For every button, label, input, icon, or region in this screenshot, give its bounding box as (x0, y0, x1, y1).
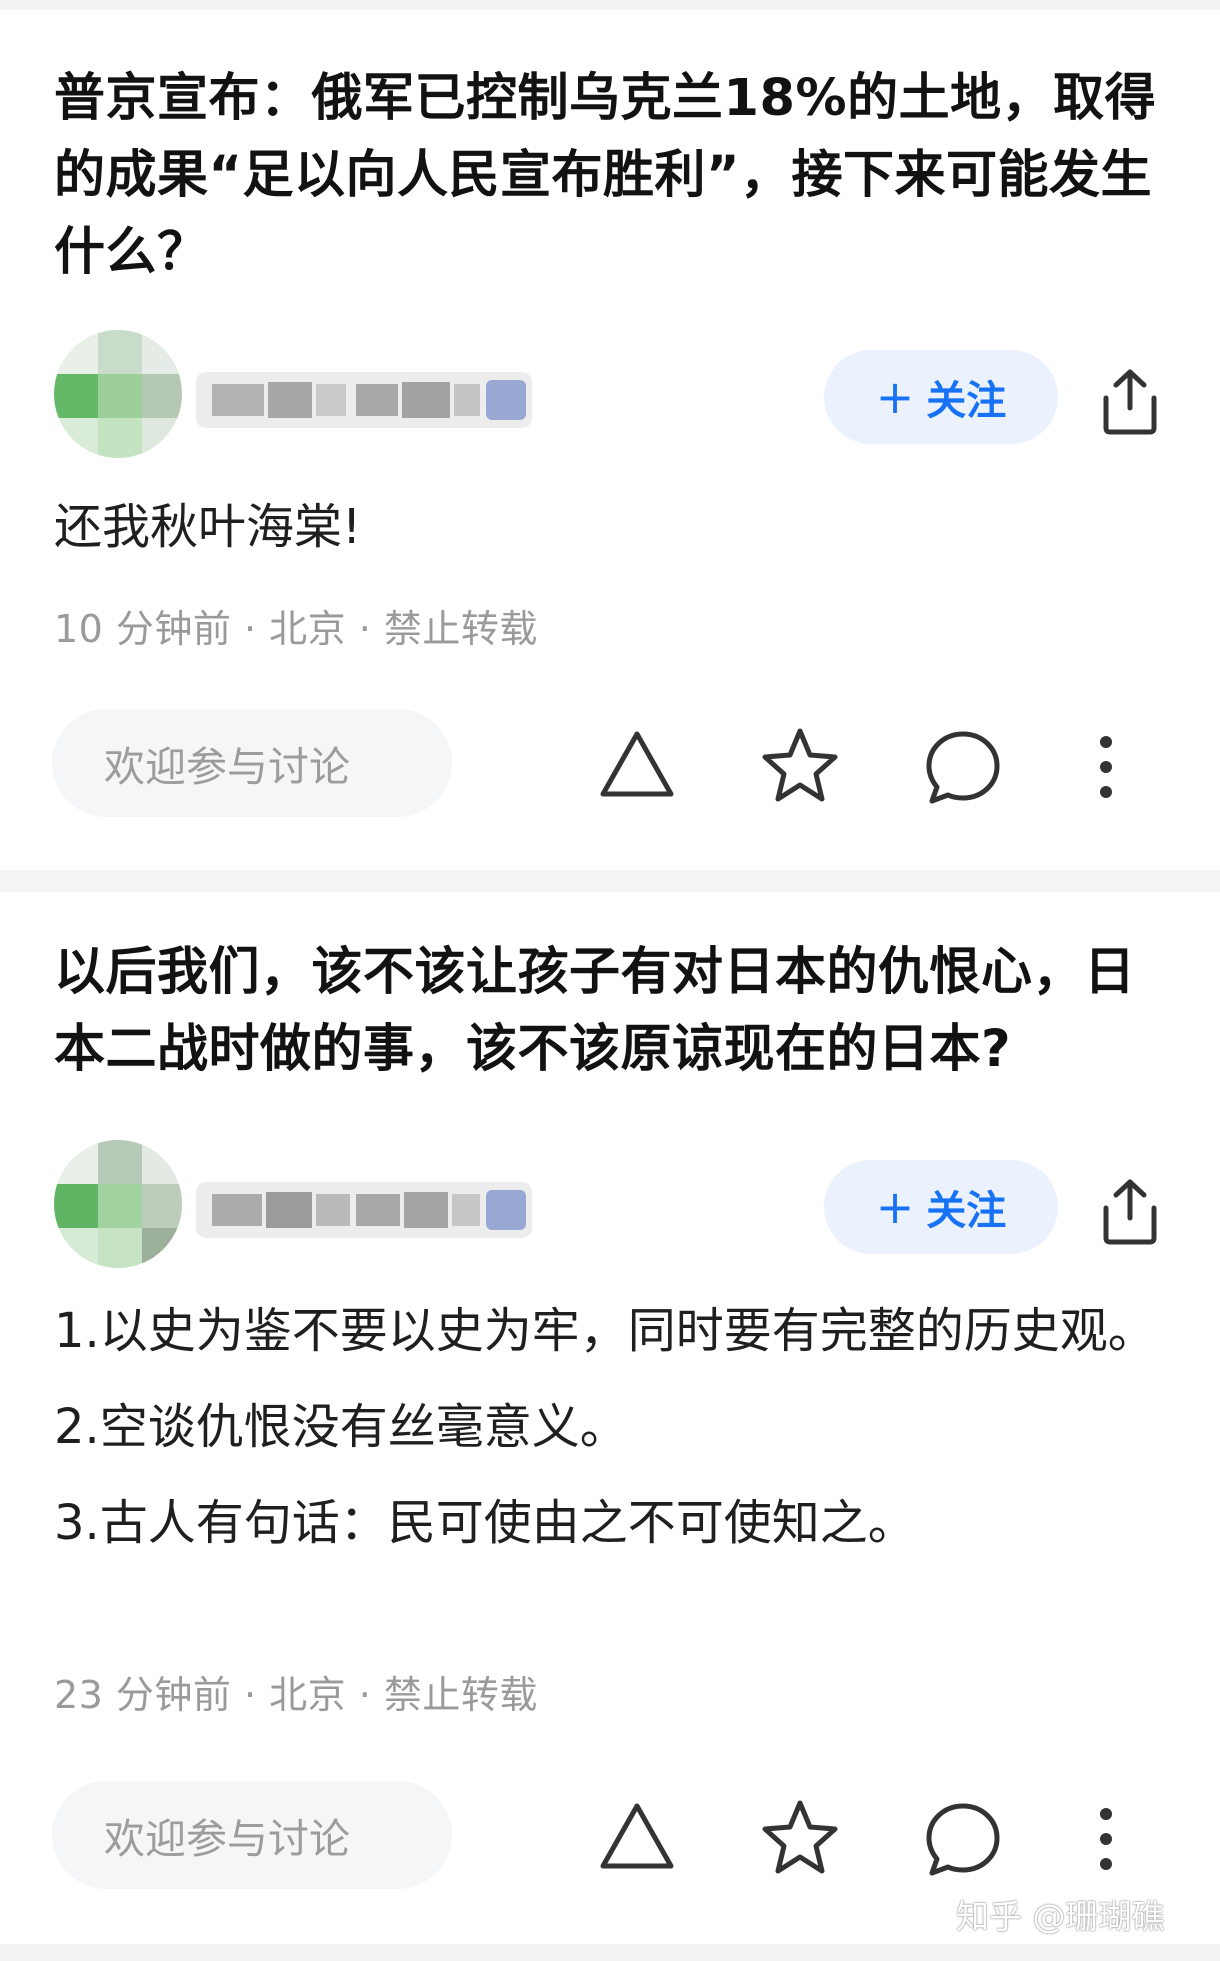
follow-button[interactable]: + 关注 (824, 350, 1058, 444)
plus-icon: + (875, 1180, 915, 1234)
vertical-dots-icon[interactable] (1092, 732, 1120, 802)
author-name-blurred[interactable] (196, 372, 532, 428)
watermark: 知乎 @珊瑚礁 (956, 1897, 1165, 1936)
question-title[interactable]: 普京宣布：俄军已控制乌克兰18%的土地，取得的成果“足以向人民宣布胜利”，接下来… (54, 60, 1164, 291)
bottom-separator (0, 1944, 1220, 1961)
follow-button[interactable]: + 关注 (824, 1160, 1058, 1254)
speech-bubble-icon[interactable] (924, 730, 1002, 806)
vertical-dots-icon[interactable] (1092, 1804, 1120, 1874)
answer-paragraph: 2.空谈仇恨没有丝毫意义。 (54, 1399, 628, 1455)
answer-content[interactable]: 1.以史为鉴不要以史为牢，同时要有完整的历史观。 2.空谈仇恨没有丝毫意义。 3… (54, 1292, 1164, 1580)
top-separator (0, 0, 1220, 10)
share-icon[interactable] (1098, 1176, 1162, 1246)
author-row: + 关注 (54, 330, 1166, 470)
plus-icon: + (875, 370, 915, 424)
answer-paragraph: 3.古人有句话：民可使由之不可使知之。 (54, 1495, 916, 1551)
follow-label: 关注 (926, 1188, 1007, 1234)
feed-card: 普京宣布：俄军已控制乌克兰18%的土地，取得的成果“足以向人民宣布胜利”，接下来… (0, 10, 1220, 870)
share-icon[interactable] (1098, 366, 1162, 436)
question-title[interactable]: 以后我们，该不该让孩子有对日本的仇恨心，日本二战时做的事，该不该原谅现在的日本? (54, 934, 1164, 1088)
answer-paragraph: 还我秋叶海棠! (54, 499, 362, 555)
avatar[interactable] (54, 330, 182, 458)
star-icon[interactable] (760, 1798, 840, 1876)
author-row: + 关注 (54, 1140, 1166, 1280)
answer-content[interactable]: 还我秋叶海棠! (54, 488, 1164, 584)
star-icon[interactable] (760, 726, 840, 804)
author-name-blurred[interactable] (196, 1182, 532, 1238)
feed-card: 以后我们，该不该让孩子有对日本的仇恨心，日本二战时做的事，该不该原谅现在的日本?… (0, 892, 1220, 1944)
answer-paragraph: 1.以史为鉴不要以史为牢，同时要有完整的历史观。 (54, 1303, 1156, 1359)
avatar[interactable] (54, 1140, 182, 1268)
comment-input[interactable]: 欢迎参与讨论 (52, 709, 452, 817)
post-meta: 10 分钟前 · 北京 · 禁止转载 (54, 607, 538, 651)
triangle-upvote-icon[interactable] (598, 728, 676, 800)
comment-input[interactable]: 欢迎参与讨论 (52, 1781, 452, 1889)
post-meta: 23 分钟前 · 北京 · 禁止转载 (54, 1673, 538, 1717)
triangle-upvote-icon[interactable] (598, 1800, 676, 1872)
follow-label: 关注 (926, 378, 1007, 424)
speech-bubble-icon[interactable] (924, 1802, 1002, 1878)
